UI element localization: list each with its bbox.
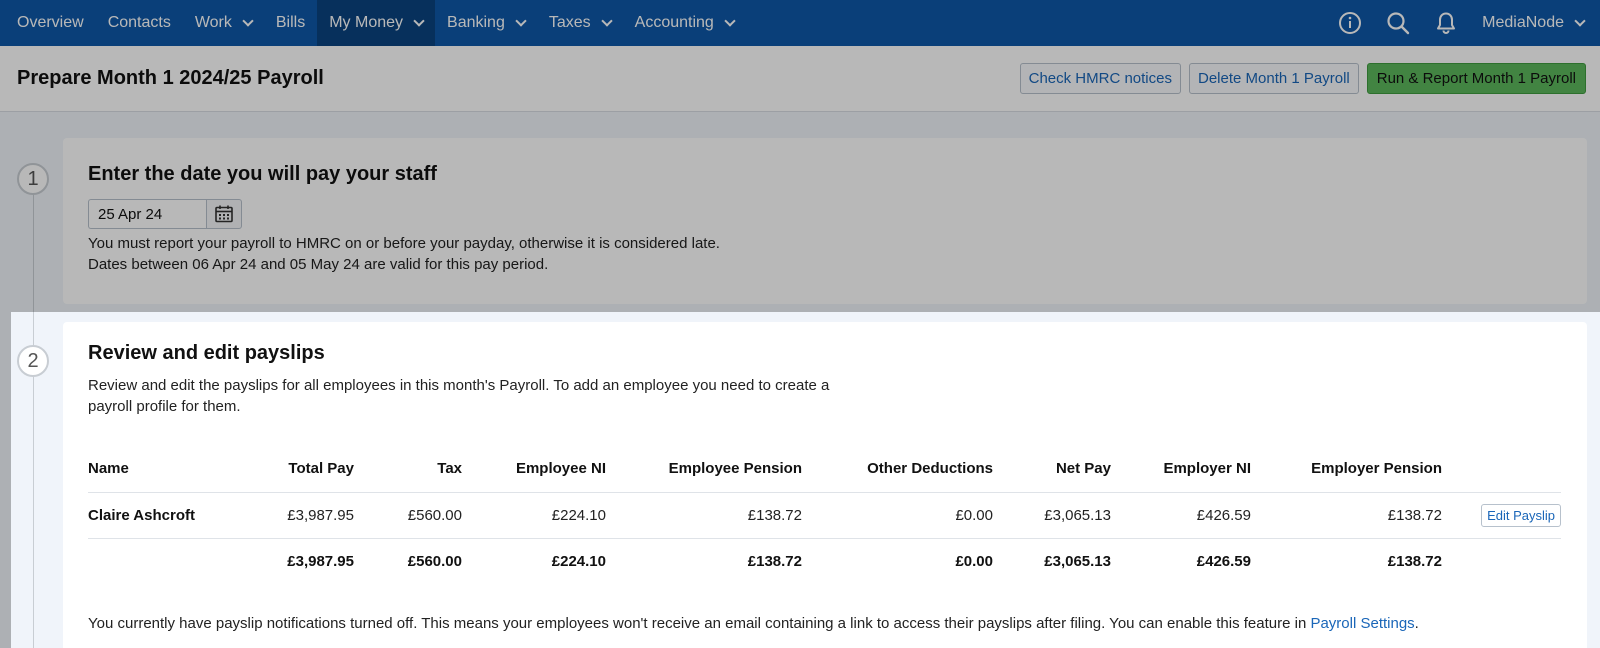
total-other-deductions: £0.00 [955, 552, 993, 570]
col-employer-ni: Employer NI [1111, 446, 1251, 493]
col-employee-pension: Employee Pension [606, 446, 802, 493]
col-actions [1442, 446, 1561, 493]
col-other-deductions: Other Deductions [802, 446, 993, 493]
edit-payslip-button[interactable]: Edit Payslip [1481, 503, 1561, 527]
info-icon[interactable] [1338, 11, 1362, 35]
step1-info-line1: You must report your payroll to HMRC on … [88, 235, 720, 252]
nav-label: Banking [447, 14, 505, 31]
total-actions [1442, 538, 1561, 584]
bell-icon[interactable] [1434, 11, 1458, 35]
nav-banking[interactable]: Banking [435, 0, 537, 46]
cell-net-pay: £3,065.13 [993, 492, 1111, 539]
col-name: Name [88, 446, 238, 493]
top-nav: Overview Contacts Work Bills My Money Ba… [0, 0, 1600, 46]
notice-text: You currently have payslip notifications… [88, 615, 1311, 632]
nav-work[interactable]: Work [183, 0, 264, 46]
nav-overview[interactable]: Overview [0, 0, 96, 46]
step2-desc-line2: payroll profile for them. [88, 398, 241, 415]
check-hmrc-notices-button[interactable]: Check HMRC notices [1019, 63, 1181, 94]
step2-card: Review and edit payslips Review and edit… [63, 322, 1587, 648]
user-name: MediaNode [1482, 14, 1564, 31]
payslip-notification-notice: You currently have payslip notifications… [88, 615, 1562, 632]
table-header-row: Name Total Pay Tax Employee NI Employee … [88, 446, 1561, 493]
cell-total-pay: £3,987.95 [238, 492, 354, 539]
nav-my-money[interactable]: My Money [317, 0, 436, 46]
step-rail [33, 190, 34, 648]
page-title: Prepare Month 1 2024/25 Payroll [17, 67, 324, 89]
pay-date-picker [88, 199, 1562, 229]
chevron-down-icon [724, 14, 736, 27]
nav-taxes[interactable]: Taxes [537, 0, 623, 46]
nav-right: MediaNode [1326, 0, 1600, 46]
col-tax: Tax [354, 446, 462, 493]
nav-label: Accounting [634, 14, 714, 31]
step-number-2: 2 [17, 345, 49, 377]
nav-label: Taxes [548, 14, 591, 31]
calendar-icon[interactable] [206, 199, 242, 229]
nav-label: Overview [17, 14, 84, 31]
col-total-pay: Total Pay [238, 446, 354, 493]
total-employer-ni: £426.59 [1196, 552, 1251, 570]
search-icon[interactable] [1386, 11, 1410, 35]
total-net-pay: £3,065.13 [1044, 552, 1111, 570]
employee-name: Claire Ashcroft [88, 492, 238, 539]
col-employee-ni: Employee NI [462, 446, 606, 493]
step1-heading: Enter the date you will pay your staff [88, 163, 437, 185]
chevron-down-icon [242, 14, 254, 27]
payslips-table: Name Total Pay Tax Employee NI Employee … [88, 446, 1561, 584]
cell-employee-ni: £224.10 [462, 492, 606, 539]
cell-tax: £560.00 [354, 492, 462, 539]
payroll-settings-link[interactable]: Payroll Settings [1310, 615, 1414, 632]
step1-card: Enter the date you will pay your staff Y… [63, 138, 1587, 304]
nav-label: Work [194, 14, 232, 31]
cell-employer-pension: £138.72 [1251, 492, 1442, 539]
chevron-down-icon [1574, 14, 1586, 27]
notice-end: . [1414, 615, 1419, 632]
header-actions: Check HMRC notices Delete Month 1 Payrol… [1019, 63, 1586, 94]
chevron-down-icon [600, 14, 613, 27]
dim-overlay-left [0, 312, 11, 648]
step-number-1: 1 [17, 163, 49, 195]
cell-actions: Edit Payslip [1442, 492, 1561, 539]
step2-desc-line1: Review and edit the payslips for all emp… [88, 377, 830, 394]
nav-contacts[interactable]: Contacts [96, 0, 183, 46]
totals-row: £3,987.95 £560.00 £224.10 £138.72 £0.00 … [88, 538, 1561, 584]
total-employer-pension: £138.72 [1387, 552, 1442, 570]
col-net-pay: Net Pay [993, 446, 1111, 493]
pay-date-input[interactable] [88, 199, 206, 229]
step1-info-line2: Dates between 06 Apr 24 and 05 May 24 ar… [88, 256, 549, 273]
nav-bills[interactable]: Bills [264, 0, 317, 46]
user-menu[interactable]: MediaNode [1470, 14, 1600, 32]
nav-label: Bills [275, 14, 306, 31]
nav-label: Contacts [107, 14, 171, 31]
delete-payroll-button[interactable]: Delete Month 1 Payroll [1188, 63, 1359, 94]
cell-employee-pension: £138.72 [606, 492, 802, 539]
cell-other-deductions: £0.00 [802, 492, 993, 539]
totals-label [88, 538, 238, 584]
cell-employer-ni: £426.59 [1111, 492, 1251, 539]
total-employee-pension: £138.72 [747, 552, 802, 570]
col-employer-pension: Employer Pension [1251, 446, 1442, 493]
chevron-down-icon [413, 14, 425, 27]
total-tax: £560.00 [407, 552, 462, 570]
total-employee-ni: £224.10 [551, 552, 606, 570]
page-header: Prepare Month 1 2024/25 Payroll Check HM… [0, 46, 1600, 112]
total-total-pay: £3,987.95 [287, 552, 354, 570]
run-report-payroll-button[interactable]: Run & Report Month 1 Payroll [1366, 63, 1586, 94]
table-row: Claire Ashcroft £3,987.95 £560.00 £224.1… [88, 492, 1561, 539]
step2-heading: Review and edit payslips [88, 342, 325, 364]
nav-label: My Money [329, 14, 404, 31]
nav-accounting[interactable]: Accounting [623, 0, 746, 46]
chevron-down-icon [515, 14, 527, 27]
